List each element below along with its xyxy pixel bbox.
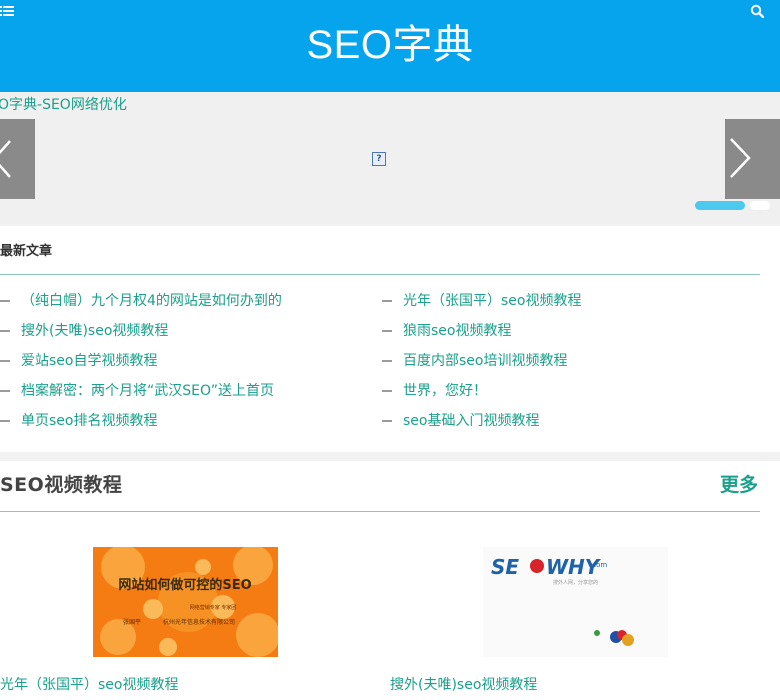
dash-icon: [382, 360, 392, 362]
article-link[interactable]: 光年（张国平）seo视频教程: [403, 290, 581, 312]
logo-com: .com: [590, 561, 607, 569]
article-link[interactable]: 单页seo排名视频教程: [21, 410, 157, 432]
slider-dot[interactable]: [750, 201, 770, 210]
thumb-author: 张国平: [123, 618, 141, 626]
thumbnail-graphic: SE WHY .com 搜外人网，分享您的: [483, 547, 668, 657]
article-link[interactable]: 百度内部seo培训视频教程: [403, 350, 567, 372]
dash-icon: [0, 360, 10, 362]
article-link[interactable]: （纯白帽）九个月权4的网站是如何办到的: [21, 290, 282, 312]
video-thumbnail[interactable]: 网站如何做可控的SEO 网络营销专家 专家团 张国平 杭州光年信息技术有限公司: [93, 547, 278, 657]
video-caption[interactable]: 光年（张国平）seo视频教程: [0, 675, 178, 695]
video-tutorials-section: SEO视频教程 更多 网站如何做可控的SEO 网络营销专家 专家团 张国平 杭州…: [0, 461, 780, 700]
slide-caption[interactable]: O字典-SEO网络优化: [0, 96, 127, 114]
divider: [0, 511, 760, 512]
thumb-subtitle: 网络营销专家 专家团: [190, 604, 237, 611]
dash-icon: [0, 330, 10, 332]
site-header: SEO字典: [0, 0, 780, 92]
section-title: 最新文章: [0, 244, 53, 259]
latest-articles-section: 最新文章 （纯白帽）九个月权4的网站是如何办到的 搜外(夫唯)seo视频教程 爱…: [0, 226, 780, 452]
video-thumbnail[interactable]: SE WHY .com 搜外人网，分享您的: [483, 547, 668, 657]
article-link[interactable]: 档案解密：两个月将“武汉SEO”送上首页: [21, 380, 274, 402]
dash-icon: [0, 390, 10, 392]
article-link[interactable]: 狼雨seo视频教程: [403, 320, 511, 342]
dash-icon: [0, 300, 10, 302]
divider: [0, 274, 760, 275]
more-link[interactable]: 更多: [720, 472, 758, 498]
menu-icon[interactable]: [0, 4, 14, 18]
dash-icon: [382, 300, 392, 302]
article-link[interactable]: 世界，您好！: [403, 380, 487, 402]
star-icon: [530, 559, 544, 573]
section-title: SEO视频教程: [0, 474, 123, 496]
slider-prev-button[interactable]: [0, 119, 35, 199]
image-slider: O字典-SEO网络优化 ?: [0, 93, 780, 224]
article-link[interactable]: 搜外(夫唯)seo视频教程: [21, 320, 168, 342]
broken-image-icon: ?: [372, 152, 386, 166]
video-caption[interactable]: 搜外(夫唯)seo视频教程: [390, 675, 537, 695]
dash-icon: [0, 420, 10, 422]
logo-seo: SE: [491, 555, 519, 579]
slider-next-button[interactable]: [725, 119, 780, 199]
dash-icon: [382, 330, 392, 332]
site-title[interactable]: SEO字典: [0, 20, 780, 70]
logo-tagline: 搜外人网，分享您的: [553, 579, 598, 586]
chevron-right-icon: [730, 138, 751, 178]
thumbnail-graphic: 网站如何做可控的SEO 网络营销专家 专家团 张国平 杭州光年信息技术有限公司: [93, 547, 278, 657]
slider-dot-active[interactable]: [695, 201, 745, 210]
article-link[interactable]: 爱站seo自学视频教程: [21, 350, 157, 372]
chevron-left-icon: [0, 140, 11, 178]
thumb-heading: 网站如何做可控的SEO: [118, 577, 251, 593]
thumb-company: 杭州光年信息技术有限公司: [163, 618, 235, 626]
article-link[interactable]: seo基础入门视频教程: [403, 410, 539, 432]
dash-icon: [382, 420, 392, 422]
dash-icon: [382, 390, 392, 392]
search-icon[interactable]: [750, 4, 764, 18]
